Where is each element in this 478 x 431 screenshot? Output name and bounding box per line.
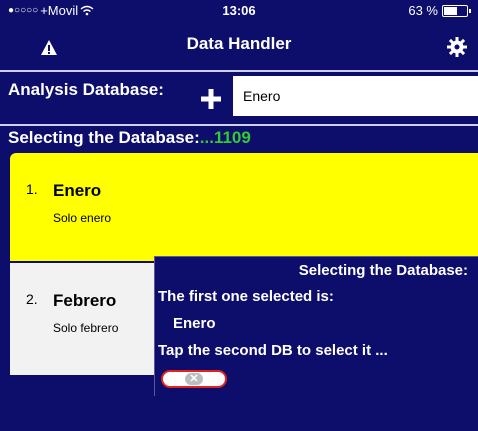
battery-fill bbox=[444, 6, 457, 15]
plus-icon[interactable] bbox=[200, 88, 222, 110]
selection-popup: Selecting the Database: The first one se… bbox=[154, 256, 478, 396]
selecting-database-text: Selecting the Database: bbox=[8, 128, 200, 147]
popup-title: Selecting the Database: bbox=[298, 262, 468, 279]
status-bar: ●○○○○ +Movil 13:06 63 % bbox=[0, 0, 478, 22]
analysis-database-input[interactable] bbox=[233, 76, 478, 116]
selecting-database-label: Selecting the Database:...1109 bbox=[8, 128, 251, 148]
popup-first-selected-text: The first one selected is: bbox=[158, 288, 334, 305]
database-count: ...1109 bbox=[199, 128, 251, 147]
popup-selected-name: Enero bbox=[173, 315, 216, 332]
battery-indicator: 63 % bbox=[408, 3, 471, 18]
selecting-database-row: Selecting the Database:...1109 bbox=[0, 124, 478, 150]
list-item-number: 1. bbox=[26, 181, 38, 197]
list-item-name: Enero bbox=[53, 181, 102, 200]
clock: 13:06 bbox=[222, 3, 256, 18]
list-item-description: Solo febrero bbox=[53, 321, 119, 335]
battery-icon bbox=[442, 4, 471, 17]
list-item-description: Solo enero bbox=[53, 211, 112, 225]
gear-icon[interactable] bbox=[444, 34, 470, 60]
analysis-database-row: Analysis Database: bbox=[0, 70, 478, 120]
list-item[interactable]: 1. Enero Solo enero bbox=[10, 153, 478, 261]
list-item-number: 2. bbox=[26, 291, 38, 307]
page-title: Data Handler bbox=[186, 34, 292, 53]
close-icon: ✕ bbox=[185, 373, 203, 385]
navigation-bar: Data Handler bbox=[0, 22, 478, 68]
analysis-database-label: Analysis Database: bbox=[8, 80, 164, 99]
battery-percent: 63 % bbox=[408, 3, 438, 18]
popup-instruction-text: Tap the second DB to select it ... bbox=[158, 342, 388, 359]
list-item-name: Febrero bbox=[53, 291, 117, 310]
close-button[interactable]: ✕ bbox=[161, 370, 227, 388]
